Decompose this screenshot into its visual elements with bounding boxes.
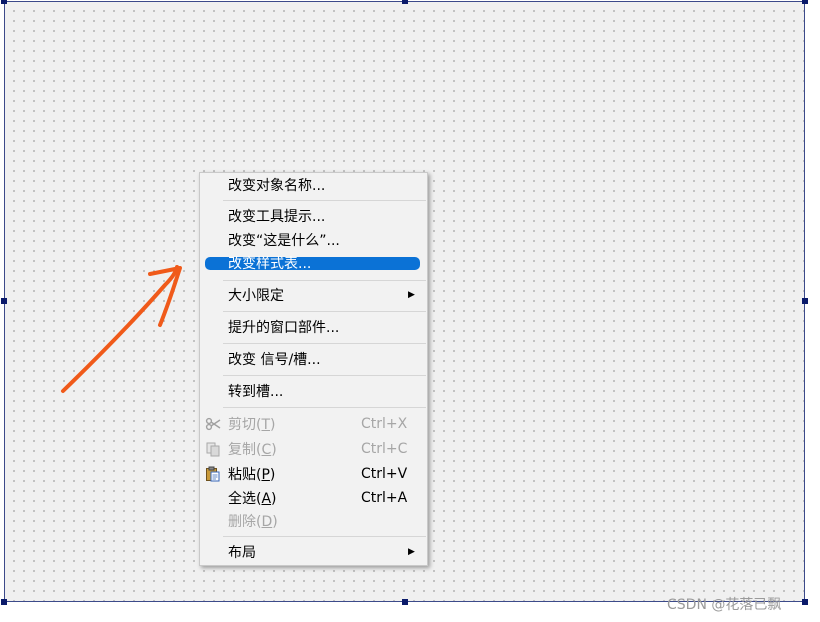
- menu-item-shortcut: Ctrl+X: [361, 416, 408, 432]
- menu-item-label: 转到槽...: [228, 384, 284, 400]
- menu-separator: [223, 407, 426, 408]
- menu-item-label: 全选(A): [228, 491, 277, 507]
- menu-separator: [223, 375, 426, 376]
- menu-separator: [223, 536, 426, 537]
- menu-separator: [223, 280, 426, 281]
- menu-item-change-signals-slots[interactable]: 改变 信号/槽...: [201, 348, 426, 370]
- resize-handle-bottom-left[interactable]: [1, 599, 7, 605]
- resize-handle-middle-right[interactable]: [802, 298, 808, 304]
- watermark: CSDN @花落已飘: [667, 597, 782, 613]
- menu-item-label: 大小限定: [228, 288, 284, 304]
- menu-item-label: 改变工具提示...: [228, 209, 326, 225]
- resize-handle-bottom-center[interactable]: [402, 599, 408, 605]
- menu-item-label: 改变对象名称...: [228, 178, 326, 194]
- copy-icon: [205, 441, 221, 457]
- context-menu: 改变对象名称... 改变工具提示... 改变“这是什么”... 改变样式表...…: [199, 172, 428, 566]
- resize-handle-top-left[interactable]: [1, 0, 7, 4]
- menu-item-label: 改变样式表...: [228, 256, 312, 272]
- menu-item-cut[interactable]: 剪切(T) Ctrl+X: [201, 413, 426, 435]
- resize-handle-top-center[interactable]: [402, 0, 408, 4]
- menu-item-label: 剪切(T): [228, 417, 276, 433]
- menu-item-select-all[interactable]: 全选(A) Ctrl+A: [201, 487, 426, 509]
- menu-item-label: 改变“这是什么”...: [228, 233, 340, 249]
- menu-separator: [223, 311, 426, 312]
- menu-item-change-object-name[interactable]: 改变对象名称...: [201, 174, 426, 196]
- menu-item-shortcut: Ctrl+A: [361, 490, 408, 506]
- menu-item-label: 提升的窗口部件...: [228, 320, 340, 336]
- menu-item-copy[interactable]: 复制(C) Ctrl+C: [201, 438, 426, 460]
- menu-item-paste[interactable]: 粘贴(P) Ctrl+V: [201, 463, 426, 485]
- menu-item-label: 改变 信号/槽...: [228, 352, 321, 368]
- menu-item-size-constraints[interactable]: 大小限定 ▶: [201, 284, 426, 306]
- menu-item-label: 布局: [228, 545, 256, 561]
- paste-icon: [205, 466, 221, 482]
- menu-item-shortcut: Ctrl+C: [361, 441, 408, 457]
- menu-item-label: 删除(D): [228, 514, 278, 530]
- menu-item-change-tooltip[interactable]: 改变工具提示...: [201, 205, 426, 227]
- menu-item-delete[interactable]: 删除(D): [201, 510, 426, 532]
- menu-item-shortcut: Ctrl+V: [361, 466, 408, 482]
- menu-separator: [223, 343, 426, 344]
- chevron-right-icon: ▶: [408, 290, 415, 300]
- menu-item-label: 粘贴(P): [228, 467, 276, 483]
- menu-item-label: 复制(C): [228, 442, 277, 458]
- menu-separator: [223, 200, 426, 201]
- menu-item-change-whats-this[interactable]: 改变“这是什么”...: [201, 229, 426, 251]
- resize-handle-top-right[interactable]: [802, 0, 808, 4]
- menu-item-go-to-slot[interactable]: 转到槽...: [201, 380, 426, 402]
- chevron-right-icon: ▶: [408, 547, 415, 557]
- menu-item-change-stylesheet[interactable]: 改变样式表...: [201, 252, 426, 274]
- resize-handle-bottom-right[interactable]: [802, 599, 808, 605]
- menu-item-layout[interactable]: 布局 ▶: [201, 541, 426, 563]
- scissors-icon: [205, 416, 221, 432]
- resize-handle-middle-left[interactable]: [1, 298, 7, 304]
- menu-item-promoted-widgets[interactable]: 提升的窗口部件...: [201, 316, 426, 338]
